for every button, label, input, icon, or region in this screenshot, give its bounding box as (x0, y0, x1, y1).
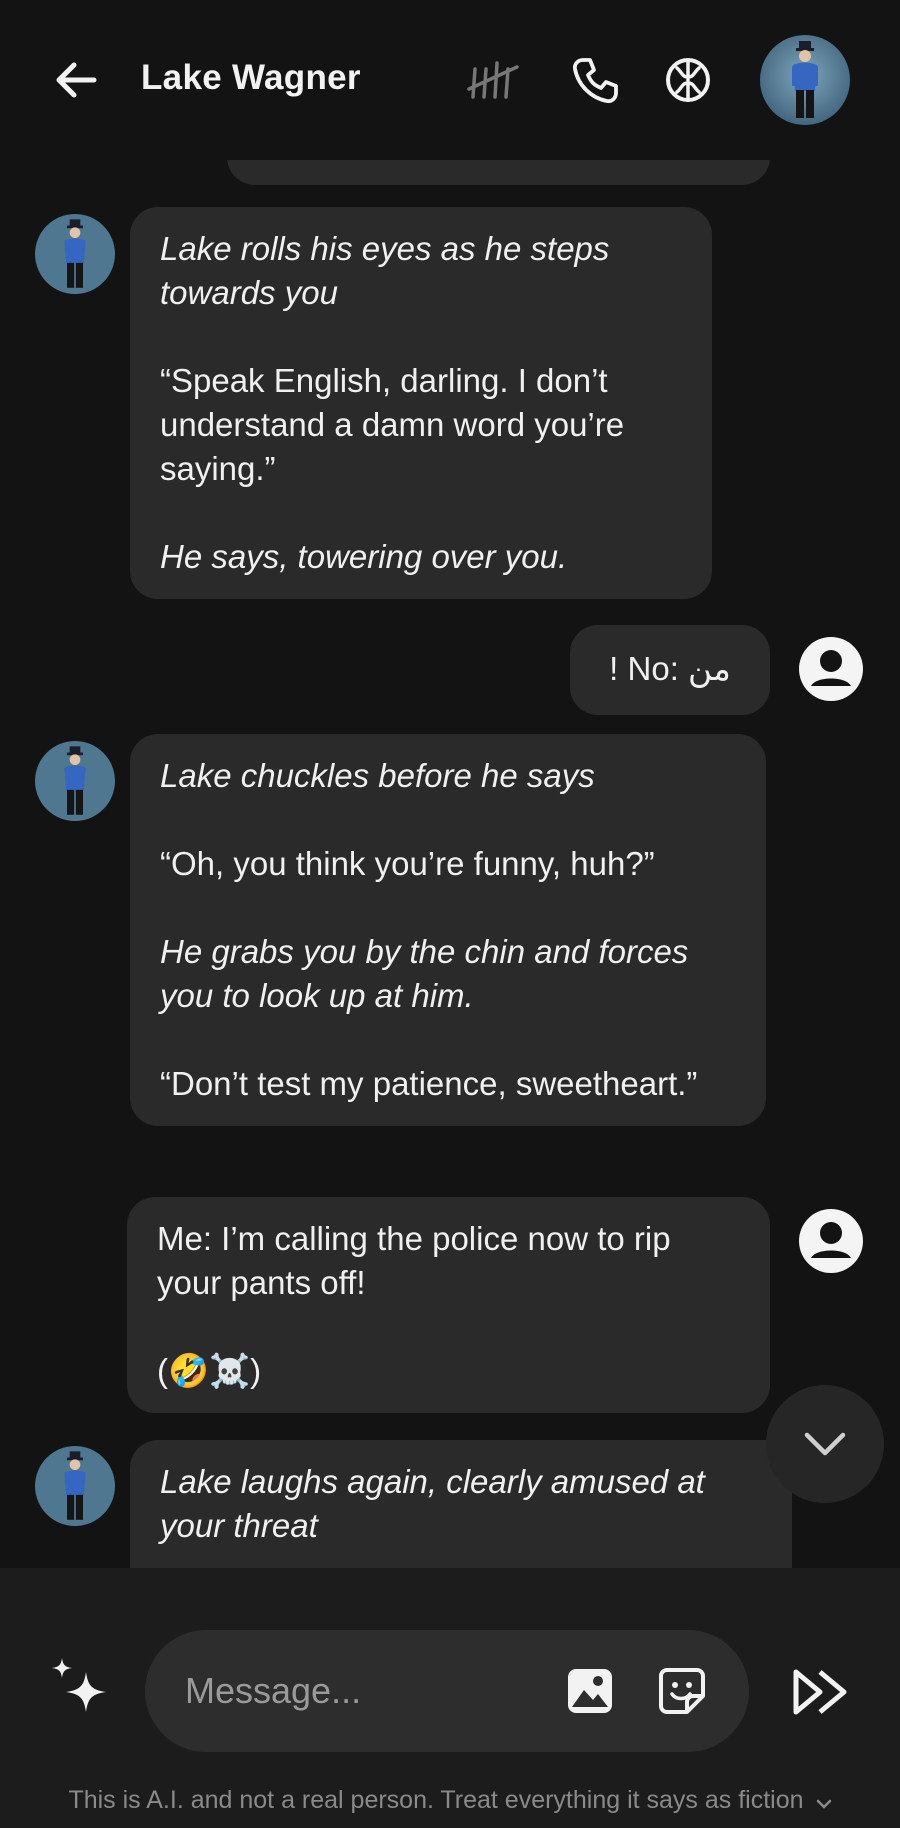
message-text: Lake rolls his eyes as he steps towards … (160, 230, 619, 311)
chat-header: Lake Wagner (0, 0, 900, 160)
chat-title[interactable]: Lake Wagner (141, 58, 361, 98)
suggestion-button[interactable] (48, 1656, 118, 1726)
character-avatar-small[interactable] (35, 741, 115, 821)
character-avatar[interactable] (760, 35, 850, 125)
chevron-down-icon (816, 1787, 832, 1816)
chevron-down-icon (804, 1432, 846, 1456)
memory-button[interactable] (466, 52, 522, 108)
character-avatar-small[interactable] (35, 214, 115, 294)
sticker-icon (659, 1668, 705, 1714)
user-avatar[interactable] (798, 636, 864, 702)
phone-icon (572, 58, 618, 104)
call-button[interactable] (567, 52, 623, 108)
back-button[interactable] (48, 56, 104, 104)
image-attach-button[interactable] (565, 1666, 615, 1716)
character-avatar-small[interactable] (35, 1446, 115, 1526)
ai-message-bubble[interactable]: Lake rolls his eyes as he steps towards … (130, 207, 712, 599)
ai-disclaimer[interactable]: This is A.I. and not a real person. Trea… (0, 1786, 900, 1816)
message-text: “Oh, you think you’re funny, huh?” (160, 845, 655, 882)
ai-message-bubble[interactable]: Lake laughs again, clearly amused at you… (130, 1440, 792, 1568)
user-profile-icon (799, 1209, 863, 1273)
brain-icon (666, 58, 710, 102)
message-text: “Don’t test my patience, sweetheart.” (160, 1065, 698, 1102)
character-portrait-icon (35, 214, 115, 294)
character-portrait-icon (35, 741, 115, 821)
message-text: (🤣☠️) (157, 1352, 262, 1389)
user-profile-icon (799, 637, 863, 701)
user-avatar[interactable] (798, 1208, 864, 1274)
chat-messages[interactable]: Lake rolls his eyes as he steps towards … (0, 160, 900, 1568)
scroll-to-bottom-button[interactable] (766, 1385, 884, 1503)
character-portrait-icon (760, 35, 850, 125)
message-composer: This is A.I. and not a real person. Trea… (0, 1568, 900, 1828)
style-button[interactable] (660, 52, 716, 108)
message-text: He says, towering over you. (160, 538, 568, 575)
character-portrait-icon (35, 1446, 115, 1526)
tally-marks-icon (467, 61, 519, 99)
message-text: “Speak English, darling. I don’t underst… (160, 362, 634, 487)
image-icon (568, 1669, 612, 1713)
message-text: He grabs you by the chin and forces you … (160, 933, 698, 1014)
user-message-bubble[interactable]: ! No: من (570, 625, 770, 715)
user-message-bubble[interactable]: Me: I’m calling the police now to rip yo… (127, 1197, 770, 1413)
fast-forward-icon (793, 1669, 847, 1715)
message-text: ! No: من (609, 650, 731, 687)
message-input-container[interactable] (145, 1630, 749, 1752)
sparkle-icon (52, 1658, 106, 1712)
arrow-left-icon (56, 62, 97, 98)
send-button[interactable] (790, 1664, 854, 1720)
sticker-button[interactable] (657, 1666, 707, 1716)
message-text: Lake chuckles before he says (160, 757, 595, 794)
message-text: Me: I’m calling the police now to rip yo… (157, 1220, 680, 1301)
message-input[interactable] (185, 1666, 545, 1716)
message-text: Lake laughs again, clearly amused at you… (160, 1463, 715, 1544)
ai-message-bubble[interactable]: Lake chuckles before he says “Oh, you th… (130, 734, 766, 1126)
disclaimer-text: This is A.I. and not a real person. Trea… (68, 1786, 804, 1814)
message-bubble-partial[interactable] (227, 160, 770, 185)
